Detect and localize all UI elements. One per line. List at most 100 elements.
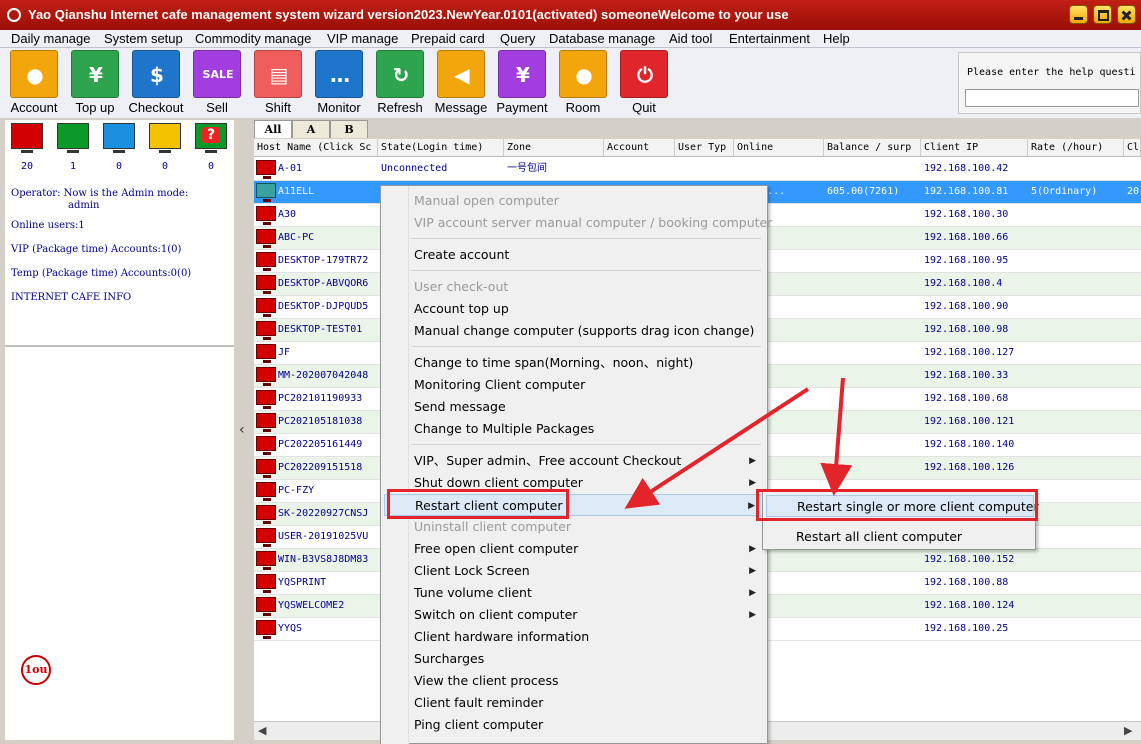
cell-cl <box>1124 480 1141 502</box>
cell-rate <box>1028 572 1124 594</box>
context-menu-item[interactable]: Create account <box>384 244 764 266</box>
col-client-ip[interactable]: Client IP <box>921 139 1028 157</box>
table-row[interactable]: A-01 Unconnected 一号包间 192.168.100.42 <box>254 158 1141 181</box>
menu-daily-manage[interactable]: Daily manage <box>8 30 94 47</box>
context-menu: Manual open computer VIP account server m… <box>380 185 772 744</box>
menu-query[interactable]: Query <box>497 30 538 47</box>
help-search-input[interactable] <box>965 89 1139 107</box>
cell-ip: 192.168.100.140 <box>924 439 1015 450</box>
chevron-left-icon[interactable]: ‹ <box>239 422 245 438</box>
context-menu-item[interactable]: Change to time span(Morning、noon、night) <box>384 352 764 374</box>
status-summary: 20 1 0 0 ? 0 Operator: Now is the Admin … <box>5 120 234 347</box>
col-zone[interactable]: Zone <box>504 139 604 157</box>
menu-separator <box>793 520 1031 521</box>
context-menu-item[interactable]: Manual change computer (supports drag ic… <box>384 320 764 342</box>
monitor-button[interactable]: … Monitor <box>309 50 369 118</box>
cafe-info-text[interactable]: INTERNET CAFE INFO <box>11 292 131 303</box>
col-user-type[interactable]: User Typ <box>675 139 734 157</box>
context-menu-item[interactable]: View the client process <box>384 670 764 692</box>
cell-balance <box>824 618 921 640</box>
checkout-button[interactable]: $ Checkout <box>126 50 186 118</box>
shift-button[interactable]: ▤ Shift <box>248 50 308 118</box>
restart-single-or-more-item[interactable]: Restart single or more client computer <box>766 495 1039 517</box>
context-menu-item[interactable]: Change to Multiple Packages <box>384 418 764 440</box>
cell-balance <box>824 319 921 341</box>
context-menu-item[interactable]: Client Lock Screen ▶ <box>384 560 764 582</box>
col-cl[interactable]: Cl <box>1124 139 1141 157</box>
context-menu-item[interactable]: Shut down client computer ▶ <box>384 472 764 494</box>
menu-database-manage[interactable]: Database manage <box>546 30 658 47</box>
submenu-arrow-icon: ▶ <box>749 456 756 466</box>
cell-host: JF <box>278 347 291 358</box>
cell-rate <box>1028 388 1124 410</box>
cell-rate <box>1028 434 1124 456</box>
submenu-arrow-icon: ▶ <box>749 610 756 620</box>
sell-button[interactable]: SALE Sell <box>187 50 247 118</box>
col-state[interactable]: State(Login time) <box>378 139 504 157</box>
cell-cl <box>1124 503 1141 525</box>
window-title: Yao Qianshu Internet cafe management sys… <box>28 7 789 22</box>
payment-button[interactable]: ¥ Payment <box>492 50 552 118</box>
menu-prepaid-card[interactable]: Prepaid card <box>408 30 488 47</box>
submenu-arrow-icon: ▶ <box>749 588 756 598</box>
room-label: Room <box>565 100 601 115</box>
context-menu-item[interactable]: Client hardware information <box>384 626 764 648</box>
cell-ip: 192.168.100.81 <box>924 186 1009 197</box>
cell-rate <box>1028 319 1124 341</box>
context-menu-item[interactable]: Send message <box>384 396 764 418</box>
cell-ip: 192.168.100.42 <box>924 163 1009 174</box>
message-button[interactable]: ◀ Message <box>431 50 491 118</box>
col-rate[interactable]: Rate (/hour) <box>1028 139 1124 157</box>
quit-button[interactable]: ⏻ Quit <box>614 50 674 118</box>
panel-splitter[interactable]: ‹ <box>236 120 252 740</box>
menu-separator <box>411 346 761 347</box>
col-balance[interactable]: Balance / surp <box>824 139 921 157</box>
close-button[interactable] <box>1117 5 1136 24</box>
col-host-name[interactable]: Host Name (Click Sc <box>254 139 378 157</box>
context-menu-item[interactable]: Monitoring Client computer <box>384 374 764 396</box>
cell-ip: 192.168.100.68 <box>924 393 1009 404</box>
menu-item-label: Tune volume client <box>414 585 532 600</box>
scroll-left-icon[interactable]: ◀ <box>258 724 266 737</box>
chat-icon: … <box>315 50 363 98</box>
cell-rate <box>1028 227 1124 249</box>
cell-cl <box>1124 365 1141 387</box>
scroll-right-icon[interactable]: ▶ <box>1124 724 1132 737</box>
context-menu-item[interactable]: Ping client computer <box>384 714 764 736</box>
submenu-arrow-icon: ▶ <box>748 501 755 511</box>
context-menu-item[interactable]: Account top up <box>384 298 764 320</box>
menu-system-setup[interactable]: System setup <box>101 30 186 47</box>
cell-host: DESKTOP-179TR72 <box>278 255 369 266</box>
tab-all[interactable]: All <box>254 120 292 138</box>
refresh-button[interactable]: ↻ Refresh <box>370 50 430 118</box>
top-up-button[interactable]: ¥ Top up <box>65 50 125 118</box>
menu-entertainment[interactable]: Entertainment <box>726 30 813 47</box>
minimize-button[interactable] <box>1069 5 1088 24</box>
menu-vip-manage[interactable]: VIP manage <box>324 30 401 47</box>
context-menu-item[interactable]: Switch on client computer ▶ <box>384 604 764 626</box>
context-menu-item[interactable]: Surcharges <box>384 648 764 670</box>
menu-help[interactable]: Help <box>820 30 853 47</box>
menu-item-label: Monitoring Client computer <box>414 377 586 392</box>
account-button[interactable]: ● Account <box>4 50 64 118</box>
menu-item-label: VIP、Super admin、Free account Checkout <box>414 453 682 468</box>
context-menu-item[interactable]: Free open client computer ▶ <box>384 538 764 560</box>
zone-tabs: All A B <box>254 120 1141 138</box>
room-button[interactable]: ● Room <box>553 50 613 118</box>
col-account[interactable]: Account <box>604 139 675 157</box>
context-menu-item[interactable]: Client fault reminder <box>384 692 764 714</box>
cell-rate <box>1028 457 1124 479</box>
maximize-button[interactable] <box>1093 5 1112 24</box>
menu-aid-tool[interactable]: Aid tool <box>666 30 715 47</box>
menu-separator <box>411 270 761 271</box>
context-menu-item[interactable]: Tune volume client ▶ <box>384 582 764 604</box>
context-menu-item[interactable]: VIP、Super admin、Free account Checkout ▶ <box>384 450 764 472</box>
context-menu-item[interactable]: Restart client computer ▶ <box>384 494 764 516</box>
tab-a[interactable]: A <box>292 120 330 138</box>
cell-cl <box>1124 434 1141 456</box>
cell-host: WIN-B3VS8J8DM83 <box>278 554 369 565</box>
restart-all-item[interactable]: Restart all client computer <box>766 526 1034 548</box>
tab-b[interactable]: B <box>330 120 368 138</box>
menu-commodity-manage[interactable]: Commodity manage <box>192 30 314 47</box>
col-online[interactable]: Online <box>734 139 824 157</box>
